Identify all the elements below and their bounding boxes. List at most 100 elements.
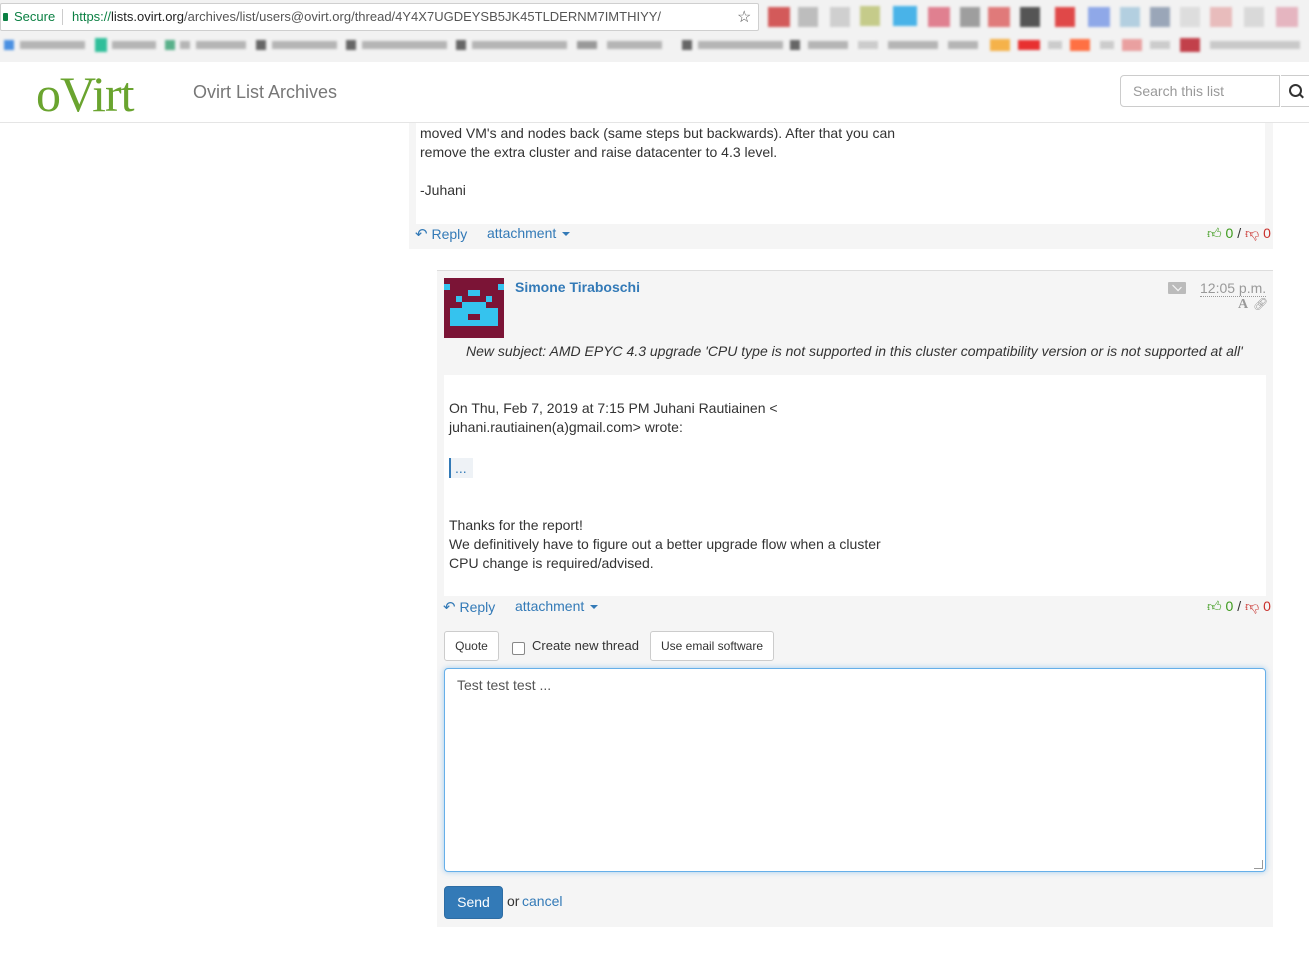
- list-title[interactable]: Ovirt List Archives: [193, 82, 337, 103]
- bookmark-icon[interactable]: [682, 40, 692, 50]
- bookmark-item[interactable]: [858, 41, 878, 49]
- bookmark-icon[interactable]: [790, 40, 800, 50]
- quote-ellipsis[interactable]: ...: [455, 460, 467, 476]
- lock-icon: [3, 13, 8, 21]
- attachment-label: attachment: [487, 225, 557, 241]
- extension-icon[interactable]: [860, 6, 880, 26]
- permalink-icon[interactable]: 🔗︎: [1253, 297, 1268, 311]
- attachment-label: attachment: [515, 598, 585, 614]
- message-time[interactable]: 12:05 p.m.: [1200, 280, 1267, 297]
- bookmark-item[interactable]: [272, 41, 337, 49]
- address-bar[interactable]: Secure https://lists.ovirt.org/archives/…: [0, 3, 759, 31]
- url-host: lists.ovirt.org: [111, 9, 184, 24]
- bookmark-icon[interactable]: [165, 40, 175, 50]
- dislike-count: 0: [1263, 225, 1271, 241]
- bookmark-item[interactable]: [362, 41, 447, 49]
- extension-icon[interactable]: [1180, 7, 1200, 27]
- bookmark-icon[interactable]: [456, 40, 466, 50]
- reply-label: Reply: [431, 226, 468, 242]
- envelope-icon[interactable]: [1168, 282, 1186, 294]
- extension-icon[interactable]: [1088, 7, 1110, 27]
- bookmark-item[interactable]: [180, 41, 190, 49]
- extension-icon[interactable]: [893, 6, 917, 26]
- bookmark-icon[interactable]: [4, 40, 14, 50]
- bookmark-item[interactable]: [1150, 41, 1170, 49]
- bookmark-icon[interactable]: [256, 40, 266, 50]
- bookmark-item[interactable]: [112, 41, 156, 49]
- ovirt-logo[interactable]: oVirt: [36, 64, 135, 124]
- create-thread-label[interactable]: Create new thread: [532, 638, 639, 653]
- vote-separator: /: [1237, 598, 1242, 614]
- vote-widget: 👍︎ 0 / 👎︎ 0: [1207, 598, 1271, 615]
- reply-link[interactable]: ↶ Reply: [443, 598, 495, 616]
- cancel-link[interactable]: cancel: [522, 893, 562, 909]
- search-button[interactable]: [1281, 75, 1309, 107]
- bookmark-icon[interactable]: [1070, 39, 1090, 51]
- reply-link[interactable]: ↶ Reply: [415, 225, 467, 243]
- author-name[interactable]: Simone Tiraboschi: [515, 279, 640, 295]
- dislike-button[interactable]: 👎︎ 0: [1245, 225, 1271, 241]
- bookmark-item[interactable]: [808, 41, 848, 49]
- send-button[interactable]: Send: [444, 886, 503, 919]
- reply-label: Reply: [459, 599, 496, 615]
- extension-icon[interactable]: [1150, 7, 1170, 27]
- quote-button[interactable]: Quote: [444, 631, 499, 661]
- font-icon[interactable]: A: [1238, 297, 1248, 313]
- extension-icon[interactable]: [1120, 7, 1140, 27]
- url-text[interactable]: https://lists.ovirt.org/archives/list/us…: [72, 9, 661, 24]
- extension-icon[interactable]: [768, 7, 790, 27]
- email-body-line: moved VM's and nodes back (same steps bu…: [420, 125, 896, 141]
- bookmark-item[interactable]: [698, 41, 783, 49]
- extension-icon[interactable]: [1244, 7, 1264, 27]
- like-count: 0: [1225, 598, 1234, 614]
- like-button[interactable]: 👍︎ 0: [1207, 225, 1233, 241]
- dislike-count: 0: [1263, 598, 1271, 614]
- create-thread-checkbox[interactable]: [512, 642, 525, 655]
- extension-icon[interactable]: [1020, 7, 1040, 27]
- email-body-line: We definitively have to figure out a bet…: [449, 536, 881, 552]
- extension-icon[interactable]: [1210, 7, 1232, 27]
- search-input[interactable]: Search this list: [1120, 75, 1280, 107]
- reply-textarea[interactable]: Test test test ...: [444, 668, 1266, 872]
- like-button[interactable]: 👍︎ 0: [1207, 598, 1233, 614]
- bookmark-item[interactable]: [1048, 41, 1062, 49]
- bookmark-icon[interactable]: [1180, 38, 1200, 52]
- extension-icon[interactable]: [928, 7, 950, 27]
- url-scheme: https://: [72, 9, 112, 24]
- attachment-dropdown[interactable]: attachment: [487, 225, 571, 241]
- resize-handle-icon[interactable]: [1254, 860, 1263, 869]
- reply-icon: ↶: [415, 226, 428, 243]
- like-count: 0: [1225, 225, 1234, 241]
- bookmark-item[interactable]: [20, 41, 85, 49]
- url-path: /archives/list/users@ovirt.org/thread/4Y…: [184, 9, 662, 24]
- bookmark-item[interactable]: [607, 41, 662, 49]
- bookmark-icon[interactable]: [990, 39, 1010, 51]
- bookmark-item[interactable]: [472, 41, 567, 49]
- bookmark-icon[interactable]: [95, 38, 107, 52]
- bookmark-item[interactable]: [1210, 41, 1300, 49]
- email-body-line: Thanks for the report!: [449, 517, 583, 533]
- extension-icon[interactable]: [988, 7, 1010, 27]
- extension-icon[interactable]: [1276, 7, 1298, 27]
- star-icon[interactable]: ☆: [737, 7, 751, 27]
- extension-icon[interactable]: [960, 7, 980, 27]
- bookmark-item[interactable]: [577, 41, 597, 49]
- bookmark-icon[interactable]: [1018, 40, 1040, 50]
- bookmark-icon[interactable]: [1122, 39, 1142, 51]
- bookmark-item[interactable]: [1100, 41, 1114, 49]
- email-body-line: On Thu, Feb 7, 2019 at 7:15 PM Juhani Ra…: [449, 400, 778, 416]
- caret-down-icon: [590, 605, 599, 610]
- bookmark-icon[interactable]: [346, 40, 356, 50]
- attachment-dropdown[interactable]: attachment: [515, 598, 599, 614]
- site-header: oVirt Ovirt List Archives Search this li…: [0, 62, 1309, 123]
- bookmark-item[interactable]: [196, 41, 246, 49]
- extension-icon[interactable]: [798, 7, 818, 27]
- thumbs-up-icon: 👍︎: [1207, 598, 1222, 614]
- use-email-software-button[interactable]: Use email software: [650, 631, 774, 661]
- extension-icon[interactable]: [1055, 7, 1075, 27]
- browser-toolbar: Secure https://lists.ovirt.org/archives/…: [0, 0, 1309, 63]
- bookmark-item[interactable]: [888, 41, 938, 49]
- bookmark-item[interactable]: [948, 41, 978, 49]
- extension-icon[interactable]: [830, 7, 850, 27]
- dislike-button[interactable]: 👎︎ 0: [1245, 598, 1271, 614]
